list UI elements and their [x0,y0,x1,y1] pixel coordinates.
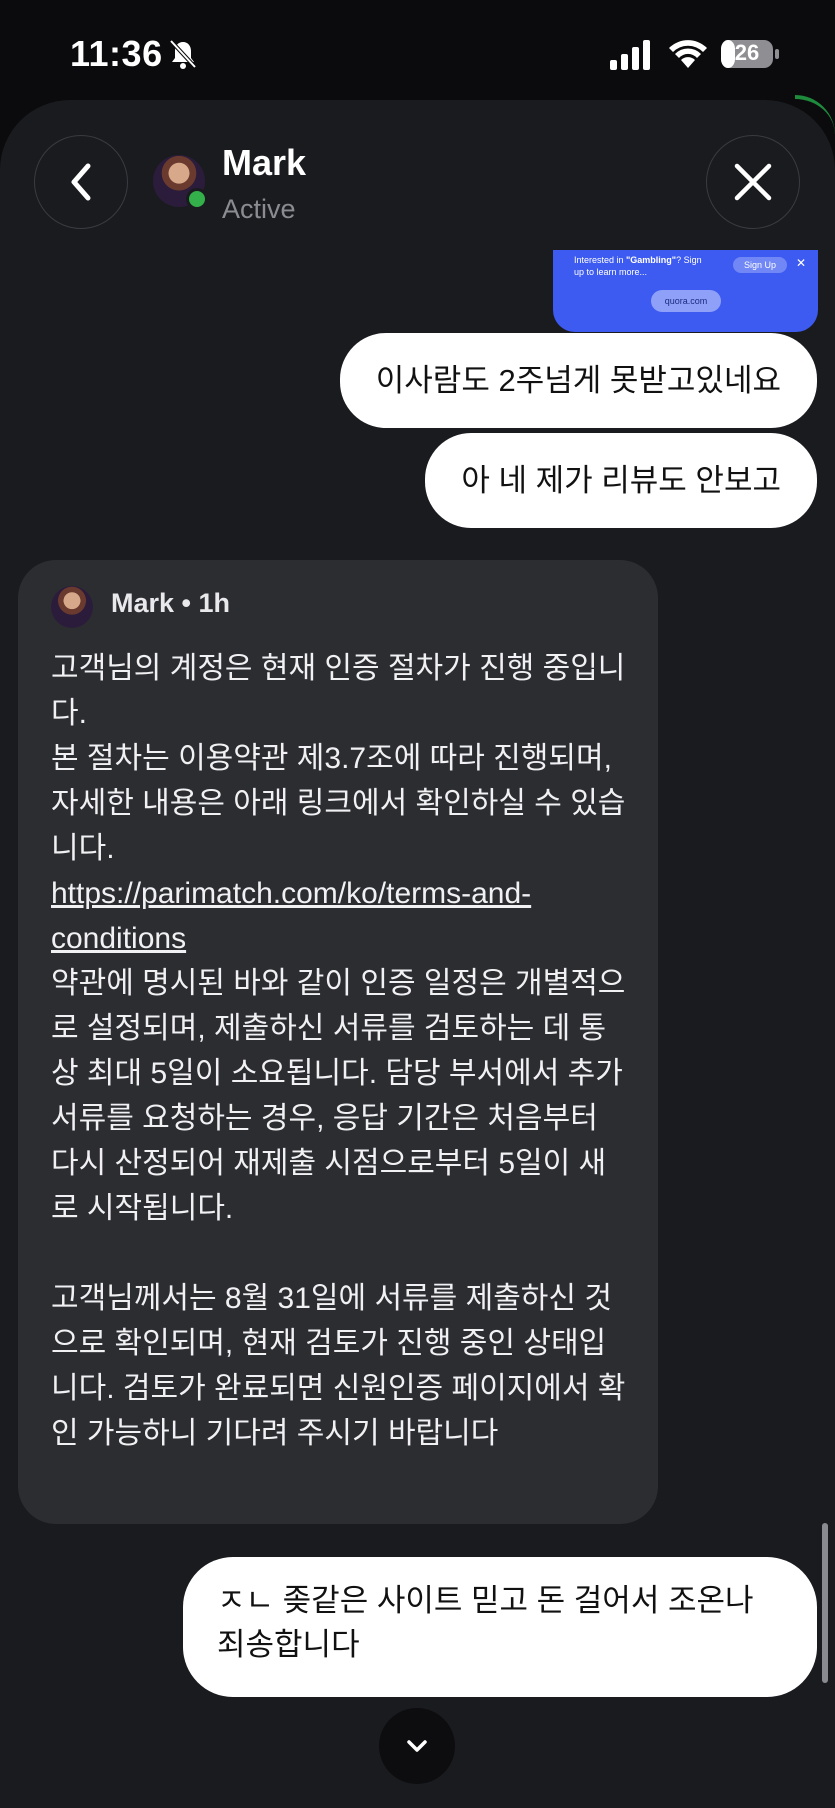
message-text: 고객님의 계정은 현재 인증 절차가 진행 중입니다. 본 절차는 이용약관 제… [51,652,626,1450]
incoming-message-card[interactable]: Mark • 1h 고객님의 계정은 현재 인증 절차가 진행 중입니다. 본 … [18,560,658,1524]
outgoing-message[interactable]: ㅈㄴ 좆같은 사이트 믿고 돈 걸어서 조온나 죄송합니다 [183,1557,817,1697]
outgoing-message[interactable]: 아 네 제가 리뷰도 안보고 [425,433,817,528]
back-button[interactable] [34,135,128,229]
wifi-icon [669,40,707,68]
contact-name[interactable]: Mark [222,142,306,184]
cellular-signal-icon [610,40,650,70]
shared-image-ad[interactable]: Interested in "Gambling"? Sign up to lea… [553,250,818,332]
ad-text: Interested in "Gambling"? Sign up to lea… [574,255,702,277]
sender-avatar [51,586,93,628]
outgoing-message[interactable]: 이사람도 2주넘게 못받고있네요 [339,333,817,428]
contact-status: Active [222,194,296,224]
chevron-down-icon [407,1740,427,1752]
ad-signup-button: Sign Up [733,257,787,273]
message-meta: Mark • 1h [111,588,230,618]
battery-level: 26 [734,40,760,65]
terms-link[interactable]: https://parimatch.com/ko/terms-and-condi… [51,877,531,955]
close-icon [734,163,772,201]
status-time: 11:36 [70,33,163,74]
online-status-dot [186,188,208,210]
scrollbar[interactable] [822,1523,828,1683]
status-bar: 11:36 26 [0,0,835,100]
bell-off-icon [169,39,197,69]
ad-link-pill: quora.com [651,290,721,312]
scroll-to-bottom-button[interactable] [379,1708,455,1784]
chevron-left-icon [71,163,91,201]
chat-sheet: Mark Active Interested in "Gambling"? Si… [0,100,835,1808]
ad-close-icon: ✕ [796,256,807,270]
close-button[interactable] [706,135,800,229]
